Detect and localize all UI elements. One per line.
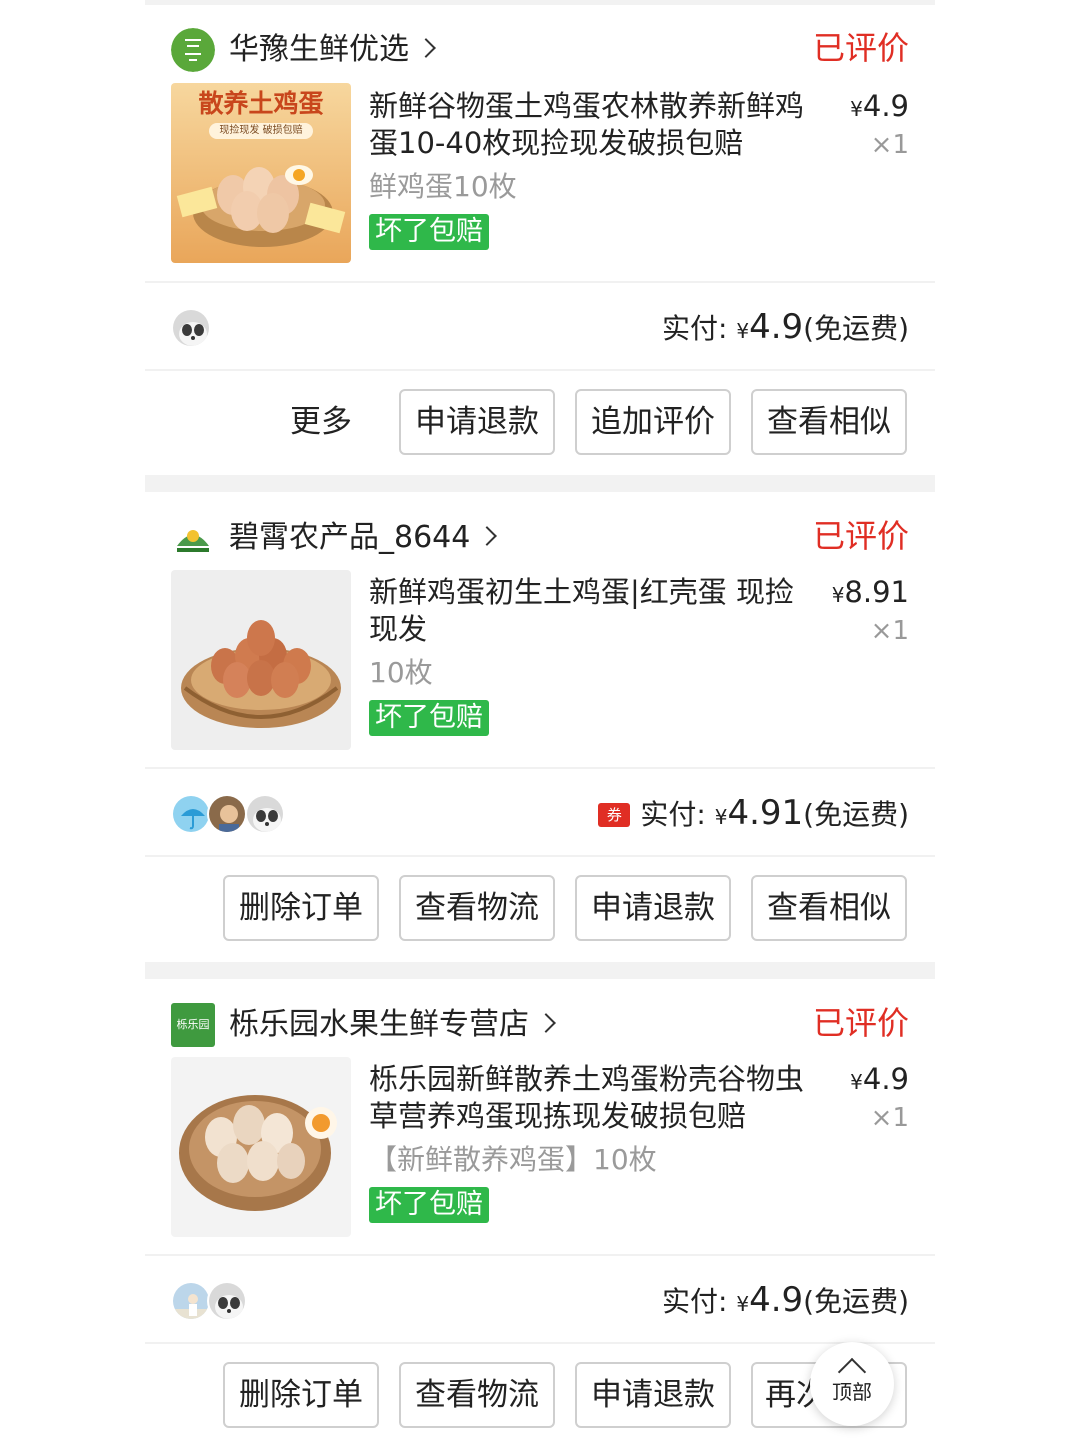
order-status: 已评价 xyxy=(812,517,909,555)
product-image[interactable] xyxy=(171,1057,351,1237)
image-subcaption: 现捡现发 破损包赔 xyxy=(219,125,303,136)
product-price: ¥8.91 xyxy=(831,575,909,609)
coupon-icon: 券 xyxy=(598,803,631,827)
product-image[interactable]: 散养土鸡蛋 现捡现发 破损包赔 xyxy=(171,83,351,263)
order-status: 已评价 xyxy=(812,1004,909,1042)
payment-total: 实付: ¥4.9(免运费) xyxy=(661,307,909,347)
guarantee-badge: 坏了包赔 xyxy=(369,214,489,250)
product-spec: 【新鲜散养鸡蛋】10枚 xyxy=(369,1143,657,1176)
product-title[interactable]: 新鲜鸡蛋初生土鸡蛋|红壳蛋 现捡现发 xyxy=(369,574,809,648)
guarantee-badge: 坏了包赔 xyxy=(369,700,489,736)
action-row: 更多 申请退款 追加评价 查看相似 xyxy=(145,371,935,471)
chevron-right-icon xyxy=(477,526,498,546)
shop-name[interactable]: 栎乐园水果生鲜专营店 xyxy=(229,1003,556,1047)
product-spec: 10枚 xyxy=(369,656,433,689)
chevron-right-icon xyxy=(416,38,436,58)
action-row: 删除订单 查看物流 申请退款 查看相似 xyxy=(145,857,935,957)
view-logistics-button[interactable]: 查看物流 xyxy=(399,1362,555,1428)
avatar xyxy=(245,794,285,834)
guarantee-badge: 坏了包赔 xyxy=(369,1187,489,1223)
product-spec: 鲜鸡蛋10枚 xyxy=(369,170,517,203)
product-price: ¥4.9 xyxy=(850,89,909,123)
order-status: 已评价 xyxy=(812,29,909,67)
refund-button[interactable]: 申请退款 xyxy=(575,1362,731,1428)
delete-order-button[interactable]: 删除订单 xyxy=(223,875,379,941)
view-similar-button[interactable]: 查看相似 xyxy=(751,389,907,455)
section-separator xyxy=(145,475,935,492)
product-qty: ×1 xyxy=(870,130,909,160)
add-review-button[interactable]: 追加评价 xyxy=(575,389,731,455)
shop-logo xyxy=(171,28,215,72)
shop-logo-text: 栎乐园 xyxy=(176,1018,210,1031)
shop-header[interactable]: 栎乐园 栎乐园水果生鲜专营店 已评价 xyxy=(145,995,935,1055)
payment-row: 实付: ¥4.9(免运费) xyxy=(145,1256,935,1344)
section-separator xyxy=(145,962,935,979)
view-similar-button[interactable]: 查看相似 xyxy=(751,875,907,941)
payment-total: 券实付: ¥4.91(免运费) xyxy=(598,789,909,841)
avatar xyxy=(171,1281,211,1321)
shop-logo: 栎乐园 xyxy=(171,1003,215,1047)
shop-logo xyxy=(171,516,215,560)
more-button[interactable]: 更多 xyxy=(290,389,352,455)
product-title[interactable]: 栎乐园新鲜散养土鸡蛋粉壳谷物虫草营养鸡蛋现拣现发破损包赔 xyxy=(369,1061,809,1135)
avatar xyxy=(171,308,211,348)
product-qty: ×1 xyxy=(870,616,909,646)
payment-row: 券实付: ¥4.91(免运费) xyxy=(145,769,935,857)
product-price: ¥4.9 xyxy=(850,1062,909,1096)
refund-button[interactable]: 申请退款 xyxy=(575,875,731,941)
back-to-top-button[interactable]: 顶部 xyxy=(810,1342,894,1426)
shop-name[interactable]: 碧霄农产品_8644 xyxy=(229,516,498,560)
avatar xyxy=(207,1281,247,1321)
payment-row: 实付: ¥4.9(免运费) xyxy=(145,283,935,371)
payment-total: 实付: ¥4.9(免运费) xyxy=(661,1280,909,1320)
view-logistics-button[interactable]: 查看物流 xyxy=(399,875,555,941)
shop-header[interactable]: 碧霄农产品_8644 已评价 xyxy=(145,508,935,568)
product-qty: ×1 xyxy=(870,1103,909,1133)
delete-order-button[interactable]: 删除订单 xyxy=(223,1362,379,1428)
image-caption: 散养土鸡蛋 xyxy=(198,89,324,118)
shop-name[interactable]: 华豫生鲜优选 xyxy=(229,28,436,72)
product-image[interactable] xyxy=(171,570,351,750)
chevron-right-icon xyxy=(536,1013,556,1033)
avatar xyxy=(171,794,211,834)
product-title[interactable]: 新鲜谷物蛋土鸡蛋农林散养新鲜鸡蛋10-40枚现捡现发破损包赔 xyxy=(369,88,809,162)
refund-button[interactable]: 申请退款 xyxy=(399,389,555,455)
order-card[interactable]: 华豫生鲜优选 已评价 散养土鸡蛋 现捡现发 破损包赔 新鲜谷物蛋土鸡蛋农林散养新… xyxy=(145,0,935,475)
avatar xyxy=(207,794,247,834)
order-card[interactable]: 碧霄农产品_8644 已评价 新鲜鸡蛋初生土鸡蛋|红壳蛋 现捡现发 10枚 坏了… xyxy=(145,492,935,962)
shop-header[interactable]: 华豫生鲜优选 已评价 xyxy=(145,20,935,80)
